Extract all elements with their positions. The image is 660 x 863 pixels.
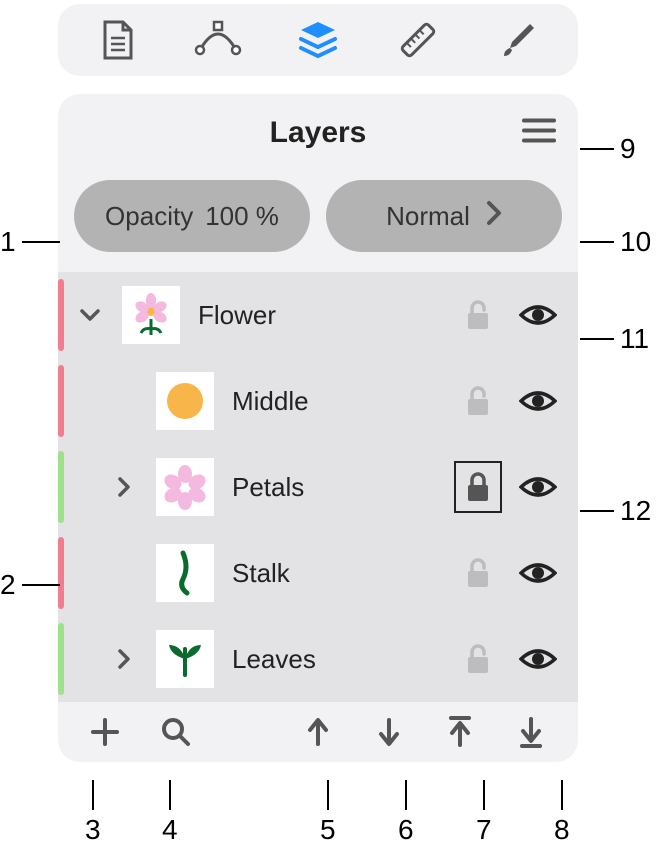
- blend-mode-label: Normal: [386, 201, 470, 232]
- move-to-top-button[interactable]: [428, 715, 491, 749]
- opacity-label: Opacity: [105, 201, 193, 232]
- layer-name-label: Leaves: [232, 644, 442, 675]
- chevron-right-icon: [486, 200, 502, 233]
- visibility-toggle[interactable]: [514, 646, 562, 672]
- move-to-bottom-button[interactable]: [499, 715, 562, 749]
- layer-row[interactable]: Stalk: [58, 530, 578, 616]
- panel-title: Layers: [270, 116, 367, 150]
- blend-mode-control[interactable]: Normal: [326, 180, 562, 252]
- move-down-button[interactable]: [357, 716, 420, 748]
- layer-color-strip: [58, 451, 64, 523]
- layer-row[interactable]: Flower: [58, 272, 578, 358]
- opacity-value: 100 %: [205, 201, 279, 232]
- annotation-7: 7: [476, 780, 492, 846]
- panel-menu-button[interactable]: [522, 118, 556, 149]
- layers-bottom-bar: [58, 702, 578, 762]
- layer-row[interactable]: Petals: [58, 444, 578, 530]
- opacity-control[interactable]: Opacity 100 %: [74, 180, 310, 252]
- search-layers-button[interactable]: [145, 716, 208, 748]
- layer-color-strip: [58, 279, 64, 351]
- annotation-1: 1: [0, 226, 60, 258]
- annotation-2: 2: [0, 569, 60, 601]
- layer-row[interactable]: Leaves: [58, 616, 578, 702]
- visibility-toggle[interactable]: [514, 474, 562, 500]
- annotation-11: 11: [580, 323, 649, 355]
- layer-color-strip: [58, 365, 64, 437]
- expand-toggle[interactable]: [104, 648, 144, 670]
- lock-toggle[interactable]: [454, 385, 502, 417]
- annotation-9: 9: [580, 133, 636, 165]
- annotation-3: 3: [85, 780, 101, 846]
- annotation-10: 10: [580, 226, 651, 258]
- tab-layers[interactable]: [294, 16, 342, 64]
- lock-toggle[interactable]: [454, 643, 502, 675]
- layer-thumbnail: [156, 630, 214, 688]
- layer-name-label: Stalk: [232, 558, 442, 589]
- lock-toggle[interactable]: [454, 299, 502, 331]
- add-layer-button[interactable]: [74, 717, 137, 747]
- tab-ruler[interactable]: [394, 16, 442, 64]
- layer-controls-row: Opacity 100 % Normal: [58, 172, 578, 272]
- tab-brush[interactable]: [494, 16, 542, 64]
- layer-thumbnail: [156, 372, 214, 430]
- visibility-toggle[interactable]: [514, 302, 562, 328]
- layer-color-strip: [58, 623, 64, 695]
- lock-toggle[interactable]: [454, 557, 502, 589]
- annotation-6: 6: [398, 780, 414, 846]
- annotation-12: 12: [580, 495, 651, 527]
- layer-name-label: Flower: [198, 300, 442, 331]
- layer-name-label: Petals: [232, 472, 442, 503]
- expand-toggle[interactable]: [104, 476, 144, 498]
- annotation-8: 8: [554, 780, 570, 846]
- layer-thumbnail: [156, 458, 214, 516]
- layer-name-label: Middle: [232, 386, 442, 417]
- layer-thumbnail: [122, 286, 180, 344]
- tab-path[interactable]: [194, 16, 242, 64]
- tab-document[interactable]: [94, 16, 142, 64]
- lock-toggle[interactable]: [454, 461, 502, 513]
- annotation-5: 5: [320, 780, 336, 846]
- visibility-toggle[interactable]: [514, 388, 562, 414]
- layers-list: Flower Middle Petals Stalk Leaves: [58, 272, 578, 702]
- top-toolbar: [58, 4, 578, 76]
- visibility-toggle[interactable]: [514, 560, 562, 586]
- layer-thumbnail: [156, 544, 214, 602]
- layer-row[interactable]: Middle: [58, 358, 578, 444]
- layers-panel: Layers Opacity 100 % Normal Flower Middle…: [58, 94, 578, 762]
- annotation-4: 4: [162, 780, 178, 846]
- panel-header: Layers: [58, 94, 578, 172]
- expand-toggle[interactable]: [70, 308, 110, 322]
- move-up-button[interactable]: [287, 716, 350, 748]
